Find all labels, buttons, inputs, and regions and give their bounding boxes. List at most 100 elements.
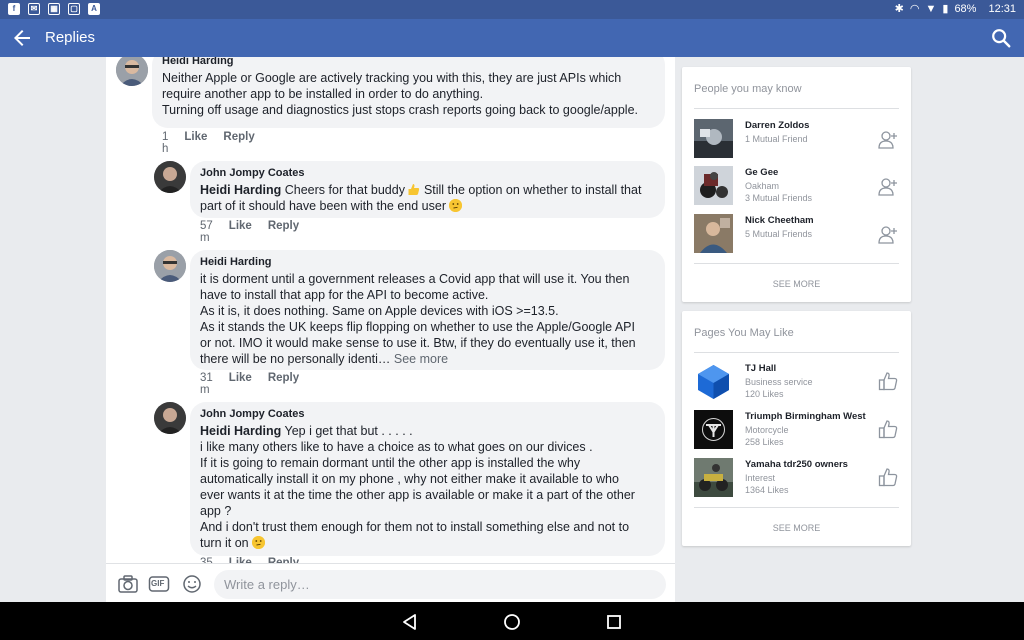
page-info: Interest 1364 Likes xyxy=(745,472,789,496)
avatar[interactable] xyxy=(154,402,186,434)
person-photo xyxy=(694,214,733,253)
see-more-people-link[interactable]: SEE MORE xyxy=(682,279,911,289)
comment-line: have to install that app for the API to … xyxy=(200,288,489,302)
reply-button[interactable]: Reply xyxy=(268,220,299,244)
nav-back-icon[interactable] xyxy=(399,611,421,633)
reply-input[interactable] xyxy=(214,570,666,599)
comment-time: 31 m xyxy=(200,372,213,396)
see-more-pages-link[interactable]: SEE MORE xyxy=(682,523,911,533)
page-name[interactable]: Yamaha tdr250 owners xyxy=(745,459,848,470)
nav-home-icon[interactable] xyxy=(501,611,523,633)
like-button[interactable]: Like xyxy=(184,131,207,155)
card-title: Pages You May Like xyxy=(694,327,794,339)
add-friend-icon[interactable] xyxy=(877,129,899,151)
person-name[interactable]: Darren Zoldos xyxy=(745,120,809,131)
page-suggestion[interactable]: Triumph Birmingham West Motorcycle 258 L… xyxy=(694,410,899,450)
like-button[interactable]: Like xyxy=(229,372,252,396)
camera-icon[interactable] xyxy=(117,574,139,594)
comment-line: As it is, it does nothing. Same on Apple… xyxy=(200,304,559,318)
like-page-icon[interactable] xyxy=(877,418,899,440)
mail-notification-icon: ✉ xyxy=(28,3,40,15)
person-photo xyxy=(694,119,733,158)
comment-line: Heidi Harding Cheers for that buddy Stil… xyxy=(200,182,655,198)
page-name[interactable]: Triumph Birmingham West xyxy=(745,411,866,422)
page-name[interactable]: TJ Hall xyxy=(745,363,776,374)
person-name[interactable]: Nick Cheetham xyxy=(745,215,814,226)
image-notification-icon: ▦ xyxy=(48,3,60,15)
search-icon[interactable] xyxy=(990,27,1012,49)
person-suggestion[interactable]: Nick Cheetham 5 Mutual Friends xyxy=(694,214,899,254)
page-category: Business service xyxy=(745,377,813,387)
comment-time: 57 m xyxy=(200,220,213,244)
person-suggestion[interactable]: Ge Gee Oakham 3 Mutual Friends xyxy=(694,166,899,206)
person-suggestion[interactable]: Darren Zoldos 1 Mutual Friend xyxy=(694,119,899,159)
comment-line: part of it should have been with the end… xyxy=(200,198,655,214)
comment-line: there will be no personally identi… See … xyxy=(200,351,655,367)
add-friend-icon[interactable] xyxy=(877,176,899,198)
gif-button[interactable]: GIF xyxy=(148,574,170,594)
see-more-link[interactable]: See more xyxy=(394,352,448,366)
page-likes: 120 Likes xyxy=(745,389,784,399)
comment-author[interactable]: Heidi Harding xyxy=(162,57,655,68)
comments-pane: Heidi Harding Neither Apple or Google ar… xyxy=(106,57,675,602)
comment-line: And i don't trust them enough for them n… xyxy=(200,520,630,534)
page-likes: 258 Likes xyxy=(745,437,784,447)
smiley-icon[interactable] xyxy=(181,574,203,594)
reply-button[interactable]: Reply xyxy=(268,372,299,396)
arrow-left-icon[interactable] xyxy=(10,26,34,50)
comment-line: Neither Apple or Google are actively tra… xyxy=(162,71,622,85)
page-suggestion[interactable]: Yamaha tdr250 owners Interest 1364 Likes xyxy=(694,458,899,498)
comment-line: Heidi Harding Yep i get that but . . . .… xyxy=(200,423,655,439)
comment-text: turn it on xyxy=(200,536,249,550)
avatar[interactable] xyxy=(116,57,148,86)
comment-text: Yep i get that but . . . . . xyxy=(284,424,413,438)
clock: 12:31 xyxy=(988,3,1016,15)
page-logo xyxy=(694,458,733,497)
comment-text: Cheers for that buddy xyxy=(284,183,405,197)
person-location: Oakham 3 Mutual Friends xyxy=(745,180,812,204)
page-logo xyxy=(694,362,733,401)
comment-time: 1 h xyxy=(162,131,169,155)
mention-link[interactable]: Heidi Harding xyxy=(200,424,281,438)
mention-link[interactable]: Heidi Harding xyxy=(200,183,281,197)
comment-author[interactable]: John Jompy Coates xyxy=(200,408,655,421)
notification-icons: f ✉ ▦ ▢ A xyxy=(8,3,100,15)
comment-line: automatically install it on my phone , w… xyxy=(200,472,619,486)
comment-text: there will be no personally identi… xyxy=(200,352,391,366)
avatar[interactable] xyxy=(154,161,186,193)
like-page-icon[interactable] xyxy=(877,370,899,392)
page-info: Business service 120 Likes xyxy=(745,376,813,400)
thinking-face-icon xyxy=(449,199,463,212)
avatar[interactable] xyxy=(154,250,186,282)
reply-button[interactable]: Reply xyxy=(223,131,254,155)
comment-author[interactable]: Heidi Harding xyxy=(200,256,655,269)
like-page-icon[interactable] xyxy=(877,466,899,488)
comment-line: ever wants it at the time the other app … xyxy=(200,488,635,502)
wifi-icon: ▼ xyxy=(925,3,937,15)
thumbs-up-emoji-icon xyxy=(408,183,420,196)
card-title: People you may know xyxy=(694,83,802,95)
comment-line: If it is going to remain dormant until t… xyxy=(200,456,581,470)
mutual-friends: 3 Mutual Friends xyxy=(745,193,813,203)
person-location-text: Oakham xyxy=(745,181,780,191)
person-name[interactable]: Ge Gee xyxy=(745,167,778,178)
divider xyxy=(694,108,899,109)
page-suggestion[interactable]: TJ Hall Business service 120 Likes xyxy=(694,362,899,402)
page-likes: 1364 Likes xyxy=(745,485,789,495)
thinking-face-icon xyxy=(252,536,266,549)
mutual-friends: 1 Mutual Friend xyxy=(745,134,808,144)
pages-you-may-like-card: Pages You May Like TJ Hall Business serv… xyxy=(682,311,911,546)
add-friend-icon[interactable] xyxy=(877,224,899,246)
nav-recents-icon[interactable] xyxy=(603,611,625,633)
comment-meta: 31 m Like Reply xyxy=(200,372,299,396)
comment-line: or not. IMO it would make sense to use i… xyxy=(200,336,636,350)
comment-line: turn it on xyxy=(200,535,655,551)
status-bar: f ✉ ▦ ▢ A ✱ ◠ ▼ ▮ 68% 12:31 xyxy=(0,0,1024,19)
app-notification-icon: A xyxy=(88,3,100,15)
comment-line: app ? xyxy=(200,504,232,518)
facebook-notification-icon: f xyxy=(8,3,20,15)
app-bar: Replies xyxy=(0,19,1024,57)
like-button[interactable]: Like xyxy=(229,220,252,244)
comment-author[interactable]: John Jompy Coates xyxy=(200,167,655,180)
system-nav-bar xyxy=(0,602,1024,640)
